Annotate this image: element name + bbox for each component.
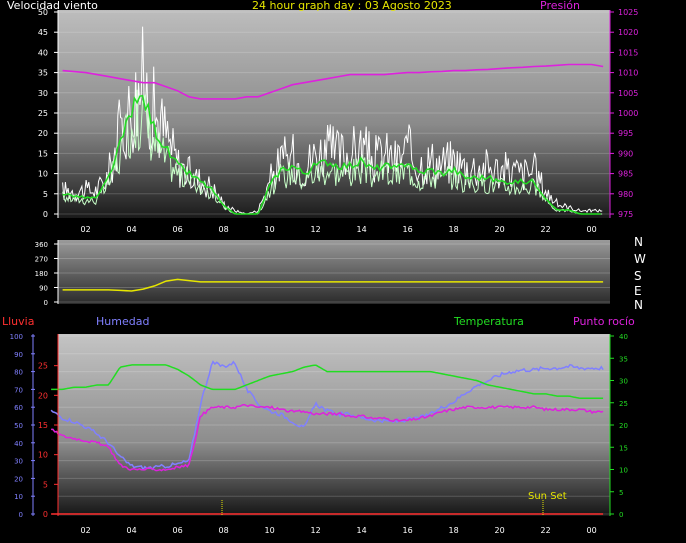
climate-time-tick-label: 20: [495, 526, 505, 535]
wind-time-tick-label: 06: [173, 225, 183, 234]
dewpoint-label: Punto rocío: [573, 315, 635, 328]
wind-time-tick-label: 02: [81, 225, 91, 234]
humidity-axis-tick-label: 30: [14, 458, 23, 466]
climate-time-tick-label: 04: [127, 526, 137, 535]
wind-axis-tick-label: 40: [38, 48, 48, 57]
temperature-axis-tick-label: 30: [619, 378, 628, 386]
pressure-label: Presión: [540, 0, 580, 12]
humidity-axis-tick-label: 70: [14, 386, 23, 394]
wind-axis-tick-label: 20: [38, 129, 48, 138]
climate-time-tick-label: 14: [357, 526, 367, 535]
rain-axis-tick-label: 10: [38, 451, 48, 460]
wind-time-tick-label: 04: [127, 225, 137, 234]
humidity-label: Humedad: [96, 315, 150, 328]
temperature-axis-tick-label: 5: [619, 489, 623, 497]
wind-time-tick-label: 08: [219, 225, 229, 234]
humidity-axis-tick-label: 90: [14, 351, 23, 359]
pressure-axis-tick-label: 1005: [618, 89, 638, 98]
temperature-axis-tick-label: 10: [619, 467, 628, 475]
rain-axis-tick-label: 0: [43, 510, 48, 519]
wind-axis-tick-label: 0: [43, 210, 48, 219]
rain-axis-tick-label: 5: [43, 480, 48, 489]
rain-axis-tick-label: 15: [38, 421, 48, 430]
wind-speed-label: Velocidad viento: [7, 0, 98, 12]
compass-s: S: [634, 269, 642, 283]
humidity-axis-tick-label: 10: [14, 493, 23, 501]
wind-axis-tick-label: 30: [38, 89, 48, 98]
direction-panel-background: [58, 240, 610, 304]
temperature-axis-tick-label: 0: [619, 511, 623, 519]
rain-axis-tick-label: 20: [38, 391, 48, 400]
wind-axis-tick-label: 45: [38, 28, 48, 37]
climate-time-tick-label: 00: [587, 526, 597, 535]
climate-time-tick-label: 12: [311, 526, 321, 535]
wind-axis-tick-label: 10: [38, 170, 48, 179]
pressure-axis-tick-label: 990: [618, 149, 633, 158]
pressure-axis-tick-label: 1010: [618, 69, 638, 78]
sunset-label: Sun Set: [528, 491, 567, 502]
wind-time-tick-label: 16: [403, 225, 413, 234]
wind-time-tick-label: 22: [541, 225, 551, 234]
climate-time-tick-label: 10: [265, 526, 275, 535]
climate-time-tick-label: 18: [449, 526, 459, 535]
wind-time-tick-label: 10: [265, 225, 275, 234]
wind-axis-tick-label: 15: [38, 149, 48, 158]
rain-label: Lluvia: [2, 315, 35, 328]
humidity-axis-tick-label: 50: [14, 422, 23, 430]
rain-axis-tick-label: 25: [38, 362, 48, 371]
direction-axis-tick-label: 270: [35, 256, 48, 264]
wind-panel-background: [58, 10, 610, 218]
wind-axis-tick-label: 35: [38, 69, 48, 78]
temperature-axis-tick-label: 25: [619, 400, 628, 408]
direction-axis-tick-label: 360: [35, 241, 48, 249]
temperature-axis-tick-label: 20: [619, 422, 628, 430]
climate-time-tick-label: 02: [81, 526, 91, 535]
climate-time-tick-label: 16: [403, 526, 413, 535]
direction-axis-tick-label: 90: [39, 285, 48, 293]
weather-graph: 0510152025303540455097598098599099510001…: [10, 8, 639, 535]
humidity-axis-tick-label: 60: [14, 404, 23, 412]
temperature-label: Temperatura: [454, 315, 524, 328]
humidity-axis-tick-label: 40: [14, 440, 23, 448]
pressure-axis-tick-label: 995: [618, 129, 633, 138]
pressure-axis-tick-label: 985: [618, 170, 633, 179]
humidity-axis-tick-label: 100: [10, 333, 23, 341]
chart-title: 24 hour graph day : 03 Agosto 2023: [252, 0, 452, 12]
humidity-axis-tick-label: 20: [14, 475, 23, 483]
direction-axis-tick-label: 180: [35, 270, 48, 278]
pressure-axis-tick-label: 980: [618, 190, 633, 199]
compass-e: E: [634, 284, 642, 298]
wind-time-tick-label: 14: [357, 225, 367, 234]
climate-time-tick-label: 06: [173, 526, 183, 535]
climate-time-tick-label: 08: [219, 526, 229, 535]
direction-axis-tick-label: 0: [44, 299, 48, 307]
wind-time-tick-label: 00: [587, 225, 597, 234]
pressure-axis-tick-label: 1000: [618, 109, 638, 118]
humidity-axis-tick-label: 80: [14, 369, 23, 377]
temperature-axis-tick-label: 35: [619, 355, 628, 363]
temperature-axis-tick-label: 15: [619, 444, 628, 452]
pressure-axis-tick-label: 1015: [618, 48, 638, 57]
compass-w: W: [634, 252, 646, 266]
humidity-axis-tick-label: 0: [19, 511, 23, 519]
climate-time-tick-label: 22: [541, 526, 551, 535]
compass-n-bottom: N: [634, 298, 643, 312]
wind-time-tick-label: 20: [495, 225, 505, 234]
temperature-axis-tick-label: 40: [619, 333, 628, 341]
pressure-axis-tick-label: 1025: [618, 8, 638, 17]
pressure-axis-tick-label: 975: [618, 210, 633, 219]
wind-time-tick-label: 18: [449, 225, 459, 234]
wind-axis-tick-label: 5: [43, 190, 48, 199]
pressure-axis-tick-label: 1020: [618, 28, 638, 37]
wind-axis-tick-label: 25: [38, 109, 48, 118]
compass-n-top: N: [634, 235, 643, 249]
wind-time-tick-label: 12: [311, 225, 321, 234]
